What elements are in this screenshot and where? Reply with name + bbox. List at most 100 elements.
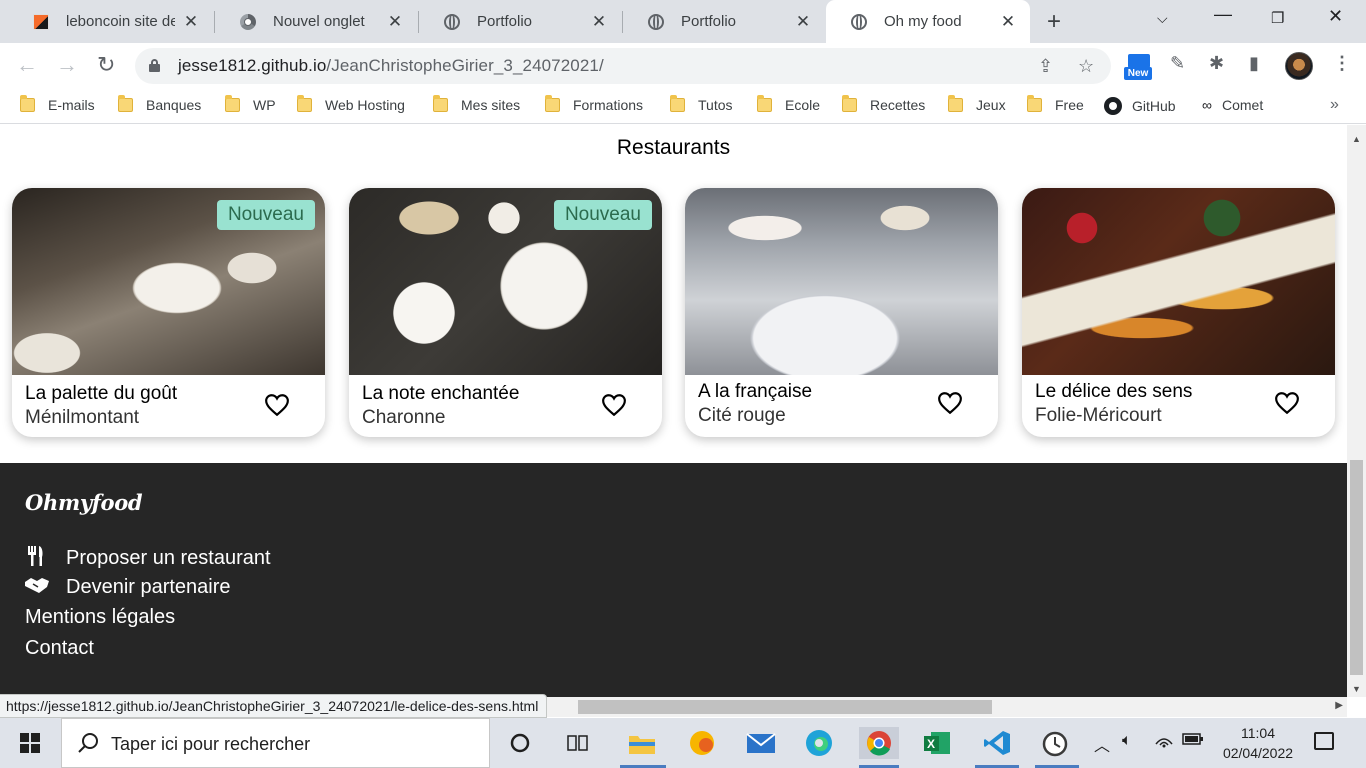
heart-icon[interactable]	[1274, 391, 1300, 415]
bookmark-web-hosting[interactable]: Web Hosting	[297, 95, 405, 113]
bookmark-label: Tutos	[698, 97, 733, 113]
taskbar-search-box[interactable]: Taper ici pour rechercher	[61, 718, 490, 768]
section-title: Restaurants	[616, 136, 731, 159]
bookmark-label: Mes sites	[461, 97, 521, 113]
scrollbar-thumb[interactable]	[1350, 460, 1363, 675]
footer-link-contact[interactable]: Contact	[25, 637, 94, 660]
lock-icon[interactable]	[149, 59, 161, 72]
bookmark-mes-sites[interactable]: Mes sites	[433, 95, 521, 113]
task-view-icon[interactable]	[562, 727, 594, 759]
restaurant-card[interactable]: Nouveau La note enchantée Charonne	[349, 188, 662, 437]
bookmark-free[interactable]: Free	[1027, 95, 1084, 113]
restaurant-card[interactable]: A la française Cité rouge	[685, 188, 998, 437]
restaurant-card[interactable]: Le délice des sens Folie-Méricourt	[1022, 188, 1335, 437]
close-icon[interactable]: ✕	[589, 12, 609, 32]
close-icon[interactable]: ✕	[385, 12, 405, 32]
edge-icon[interactable]	[803, 727, 835, 759]
taskbar-clock[interactable]: 11:04 02/04/2022	[1208, 723, 1308, 763]
heart-icon[interactable]	[264, 393, 290, 417]
bookmark-label: Free	[1055, 97, 1084, 113]
utensils-icon	[25, 546, 47, 571]
footer-link-mentions-legales[interactable]: Mentions légales	[25, 606, 175, 629]
bookmark-github[interactable]: GitHub	[1104, 97, 1176, 115]
tray-overflow-chevron-icon[interactable]: ︿	[1094, 732, 1110, 756]
notification-center-icon[interactable]	[1314, 732, 1334, 750]
bookmark-tutos[interactable]: Tutos	[670, 95, 733, 113]
bookmark-star-icon[interactable]: ☆	[1078, 56, 1094, 77]
scroll-right-arrow-icon[interactable]: ▶	[1335, 700, 1343, 711]
battery-icon[interactable]	[1182, 732, 1204, 751]
excel-icon[interactable]: X	[921, 727, 953, 759]
windows-start-icon[interactable]	[20, 733, 40, 753]
wifi-icon[interactable]	[1154, 732, 1174, 753]
minimize-button[interactable]: —	[1214, 4, 1232, 25]
scroll-down-arrow-icon[interactable]: ▼	[1352, 684, 1361, 694]
heart-icon[interactable]	[937, 391, 963, 415]
extensions-puzzle-icon[interactable]: ✱	[1209, 53, 1224, 74]
browser-toolbar: ← → ↻ jesse1812.github.io/JeanChristophe…	[0, 43, 1366, 88]
side-panel-icon[interactable]: ▮	[1249, 53, 1259, 74]
restaurant-card[interactable]: Nouveau La palette du goût Ménilmontant	[12, 188, 325, 437]
bookmark-comet[interactable]: ∞ Comet	[1202, 97, 1263, 113]
profile-avatar[interactable]	[1285, 52, 1313, 80]
globe-icon	[850, 13, 868, 31]
menu-kebab-icon[interactable]: ⋮	[1333, 53, 1351, 74]
scrollbar-thumb[interactable]	[578, 700, 992, 714]
tab-search-icon[interactable]: ⌵	[1157, 10, 1168, 27]
clock-date: 02/04/2022	[1222, 745, 1294, 761]
bookmark-e-mails[interactable]: E-mails	[20, 95, 95, 113]
url-text[interactable]: jesse1812.github.io/JeanChristopheGirier…	[178, 56, 604, 76]
footer-link-proposer[interactable]: Proposer un restaurant	[25, 546, 271, 571]
file-explorer-icon[interactable]	[626, 727, 658, 759]
screen-capture-extension-icon[interactable]: New	[1124, 54, 1152, 82]
eyedropper-icon[interactable]: ✎	[1170, 53, 1185, 74]
bookmark-formations[interactable]: Formations	[545, 95, 643, 113]
bookmark-jeux[interactable]: Jeux	[948, 95, 1006, 113]
bookmark-banques[interactable]: Banques	[118, 95, 201, 113]
close-icon[interactable]: ✕	[998, 12, 1018, 32]
tab-portfolio-2[interactable]: Portfolio ✕	[623, 0, 825, 43]
search-placeholder: Taper ici pour rechercher	[111, 734, 311, 754]
share-icon[interactable]: ⇪	[1038, 56, 1053, 77]
heart-icon[interactable]	[601, 393, 627, 417]
cortana-icon[interactable]	[504, 727, 536, 759]
back-button[interactable]: ←	[16, 53, 38, 77]
new-tab-button[interactable]: +	[1047, 8, 1061, 36]
tab-leboncoin[interactable]: leboncoin site de p ✕	[8, 0, 213, 43]
footer-link-label: Contact	[25, 637, 94, 659]
alarm-clock-icon[interactable]	[1039, 727, 1071, 759]
chrome-icon[interactable]	[859, 727, 899, 759]
bookmark-recettes[interactable]: Recettes	[842, 95, 925, 113]
restaurant-location: Cité rouge	[698, 405, 786, 426]
vscode-icon[interactable]	[981, 727, 1013, 759]
vertical-scrollbar[interactable]: ▲ ▼	[1347, 125, 1366, 697]
scroll-up-arrow-icon[interactable]: ▲	[1352, 134, 1361, 144]
tab-new-tab[interactable]: Nouvel onglet ✕	[215, 0, 417, 43]
github-icon	[1104, 97, 1122, 115]
folder-icon	[20, 95, 35, 112]
tab-title: Portfolio	[681, 13, 737, 30]
tab-portfolio-1[interactable]: Portfolio ✕	[419, 0, 621, 43]
bookmark-ecole[interactable]: Ecole	[757, 95, 820, 113]
bookmarks-overflow-icon[interactable]: »	[1330, 96, 1339, 114]
volume-icon[interactable]: 🔈︎	[1122, 732, 1132, 750]
close-window-button[interactable]: ✕	[1328, 6, 1343, 27]
bookmark-label: WP	[253, 97, 276, 113]
restore-button[interactable]: ❐	[1271, 9, 1284, 27]
forward-button[interactable]: →	[56, 53, 78, 77]
chrome-icon	[239, 13, 257, 31]
folder-icon	[545, 95, 560, 112]
footer-link-partenaire[interactable]: Devenir partenaire	[25, 576, 231, 599]
chrome-canary-icon[interactable]	[686, 727, 718, 759]
tab-title: Portfolio	[477, 13, 533, 30]
bookmark-wp[interactable]: WP	[225, 95, 276, 113]
close-icon[interactable]: ✕	[181, 12, 201, 32]
address-bar[interactable]: jesse1812.github.io/JeanChristopheGirier…	[135, 48, 1111, 84]
restaurant-location: Ménilmontant	[25, 407, 140, 428]
footer-logo[interactable]: Ohmyfood	[25, 490, 143, 515]
close-icon[interactable]: ✕	[793, 12, 813, 32]
footer-link-label: Devenir partenaire	[66, 576, 231, 598]
tab-oh-my-food[interactable]: Oh my food ✕	[826, 0, 1030, 43]
reload-button[interactable]: ↻	[97, 53, 115, 77]
mail-icon[interactable]	[745, 727, 777, 759]
